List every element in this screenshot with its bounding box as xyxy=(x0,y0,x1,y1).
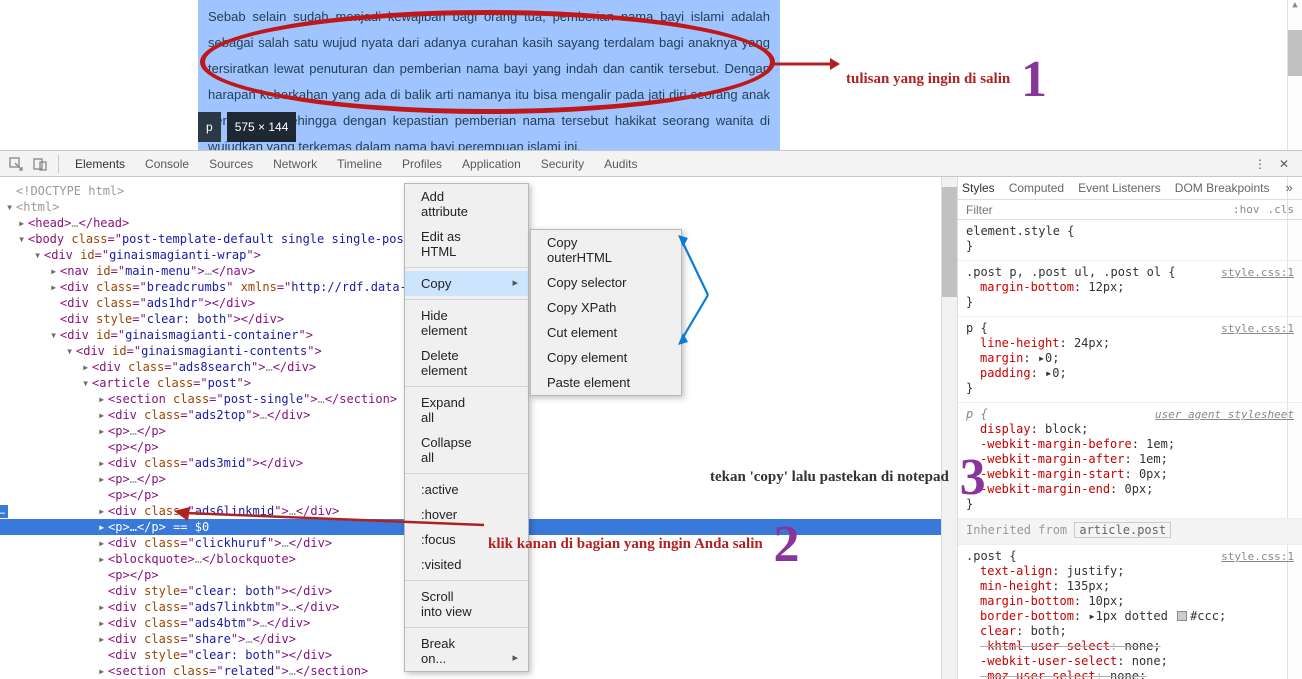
annotation-1: tulisan yang ingin di salin 1 xyxy=(846,50,1047,109)
badge-tag: p xyxy=(198,112,221,142)
highlighted-paragraph[interactable]: Sebab selain sudah menjadi kewajiban bag… xyxy=(198,0,780,150)
annotation-2: klik kanan di bagian yang ingin Anda sal… xyxy=(488,515,799,574)
menu-separator xyxy=(405,299,528,300)
tab-elements[interactable]: Elements xyxy=(65,151,135,179)
tree-scroll-thumb[interactable] xyxy=(942,187,957,297)
styles-pane: Styles Computed Event Listeners DOM Breakpo… xyxy=(957,177,1302,679)
device-toggle-icon[interactable] xyxy=(30,154,50,174)
menu-item-cut-element[interactable]: Cut element xyxy=(531,320,681,345)
menu-item-add-attribute[interactable]: Add attribute xyxy=(405,184,528,224)
tree-scrollbar[interactable] xyxy=(941,177,957,679)
close-icon[interactable]: ✕ xyxy=(1274,154,1294,174)
hov-toggle[interactable]: :hov xyxy=(1233,203,1260,216)
cls-toggle[interactable]: .cls xyxy=(1268,203,1295,216)
styles-tab-computed[interactable]: Computed xyxy=(1009,177,1064,199)
styles-tab-event-listeners[interactable]: Event Listeners xyxy=(1078,177,1161,199)
menu-item-copy-selector[interactable]: Copy selector xyxy=(531,270,681,295)
divider xyxy=(58,155,59,173)
tab-profiles[interactable]: Profiles xyxy=(392,151,452,177)
styles-tab-dom-breakpoints[interactable]: DOM Breakpoints xyxy=(1175,177,1270,199)
devtools-panels: … <!DOCTYPE html>▾<html>▸<head>…</head>▾… xyxy=(0,177,1302,679)
menu-item-copy-xpath[interactable]: Copy XPath xyxy=(531,295,681,320)
tab-audits[interactable]: Audits xyxy=(594,151,647,177)
menu-separator xyxy=(405,580,528,581)
more-tabs-icon[interactable]: » xyxy=(1285,180,1292,195)
styles-filter-row: :hov .cls xyxy=(958,200,1302,220)
css-rule-post[interactable]: style.css:1.post {text-align: justify;mi… xyxy=(958,545,1302,679)
tab-timeline[interactable]: Timeline xyxy=(327,151,392,177)
menu-item--active[interactable]: :active xyxy=(405,477,528,502)
menu-separator xyxy=(405,473,528,474)
rules-list: element.style {}style.css:1.post p, .pos… xyxy=(958,220,1302,679)
menu-item-copy-element[interactable]: Copy element xyxy=(531,345,681,370)
menu-item-break-on-[interactable]: Break on... xyxy=(405,631,528,671)
tab-network[interactable]: Network xyxy=(263,151,327,177)
badge-dimensions: 575 × 144 xyxy=(227,112,297,142)
styles-tab-styles[interactable]: Styles xyxy=(962,177,995,199)
tab-security[interactable]: Security xyxy=(531,151,594,177)
tab-console[interactable]: Console xyxy=(135,151,199,177)
menu-separator xyxy=(405,386,528,387)
menu-separator xyxy=(405,627,528,628)
page-preview: Sebab selain sudah menjadi kewajiban bag… xyxy=(0,0,1302,150)
inspect-icon[interactable] xyxy=(6,154,26,174)
tab-sources[interactable]: Sources xyxy=(199,151,263,177)
element-dimension-badge: p 575 × 144 xyxy=(198,112,296,142)
annotation-2-number: 2 xyxy=(773,515,799,574)
devtools-tabbar: ElementsConsoleSourcesNetworkTimelinePro… xyxy=(0,150,1302,177)
annotation-3-number: 3 xyxy=(960,448,986,507)
css-rule[interactable]: element.style {} xyxy=(958,220,1302,261)
menu-item-expand-all[interactable]: Expand all xyxy=(405,390,528,430)
preview-gutter xyxy=(0,0,198,150)
styles-filter-input[interactable] xyxy=(966,203,1233,217)
css-rule[interactable]: style.css:1.post p, .post ul, .post ol {… xyxy=(958,261,1302,317)
menu-item-paste-element[interactable]: Paste element xyxy=(531,370,681,395)
menu-item-hide-element[interactable]: Hide element xyxy=(405,303,528,343)
context-menu-copy[interactable]: Copy outerHTMLCopy selectorCopy XPathCut… xyxy=(530,229,682,396)
css-rule[interactable]: style.css:1p {line-height: 24px;margin: … xyxy=(958,317,1302,403)
scroll-up-icon[interactable]: ▲ xyxy=(1288,0,1302,10)
tab-application[interactable]: Application xyxy=(452,151,531,177)
menu-item-copy[interactable]: Copy xyxy=(405,271,528,296)
annotation-3: tekan 'copy' lalu pastekan di notepad 3 xyxy=(710,448,986,507)
annotation-3-text: tekan 'copy' lalu pastekan di notepad xyxy=(710,468,949,487)
styles-tabs: Styles Computed Event Listeners DOM Breakpo… xyxy=(958,177,1302,200)
line-marker: … xyxy=(0,505,8,518)
inherited-header: Inherited from article.post xyxy=(958,519,1302,545)
context-menu-main[interactable]: Add attributeEdit as HTML Copy Hide elemen… xyxy=(404,183,529,672)
menu-item-delete-element[interactable]: Delete element xyxy=(405,343,528,383)
menu-separator xyxy=(405,267,528,268)
menu-item-scroll-into-view[interactable]: Scroll into view xyxy=(405,584,528,624)
menu-item-copy-outerhtml[interactable]: Copy outerHTML xyxy=(531,230,681,270)
css-rule[interactable]: user agent stylesheetp {display: block;-… xyxy=(958,403,1302,519)
annotation-1-number: 1 xyxy=(1021,50,1047,109)
more-icon[interactable]: ⋮ xyxy=(1250,154,1270,174)
annotation-1-text: tulisan yang ingin di salin xyxy=(846,70,1010,89)
menu-item-collapse-all[interactable]: Collapse all xyxy=(405,430,528,470)
annotation-2-text: klik kanan di bagian yang ingin Anda sal… xyxy=(488,535,763,554)
scroll-thumb[interactable] xyxy=(1288,30,1302,76)
menu-item-edit-as-html[interactable]: Edit as HTML xyxy=(405,224,528,264)
